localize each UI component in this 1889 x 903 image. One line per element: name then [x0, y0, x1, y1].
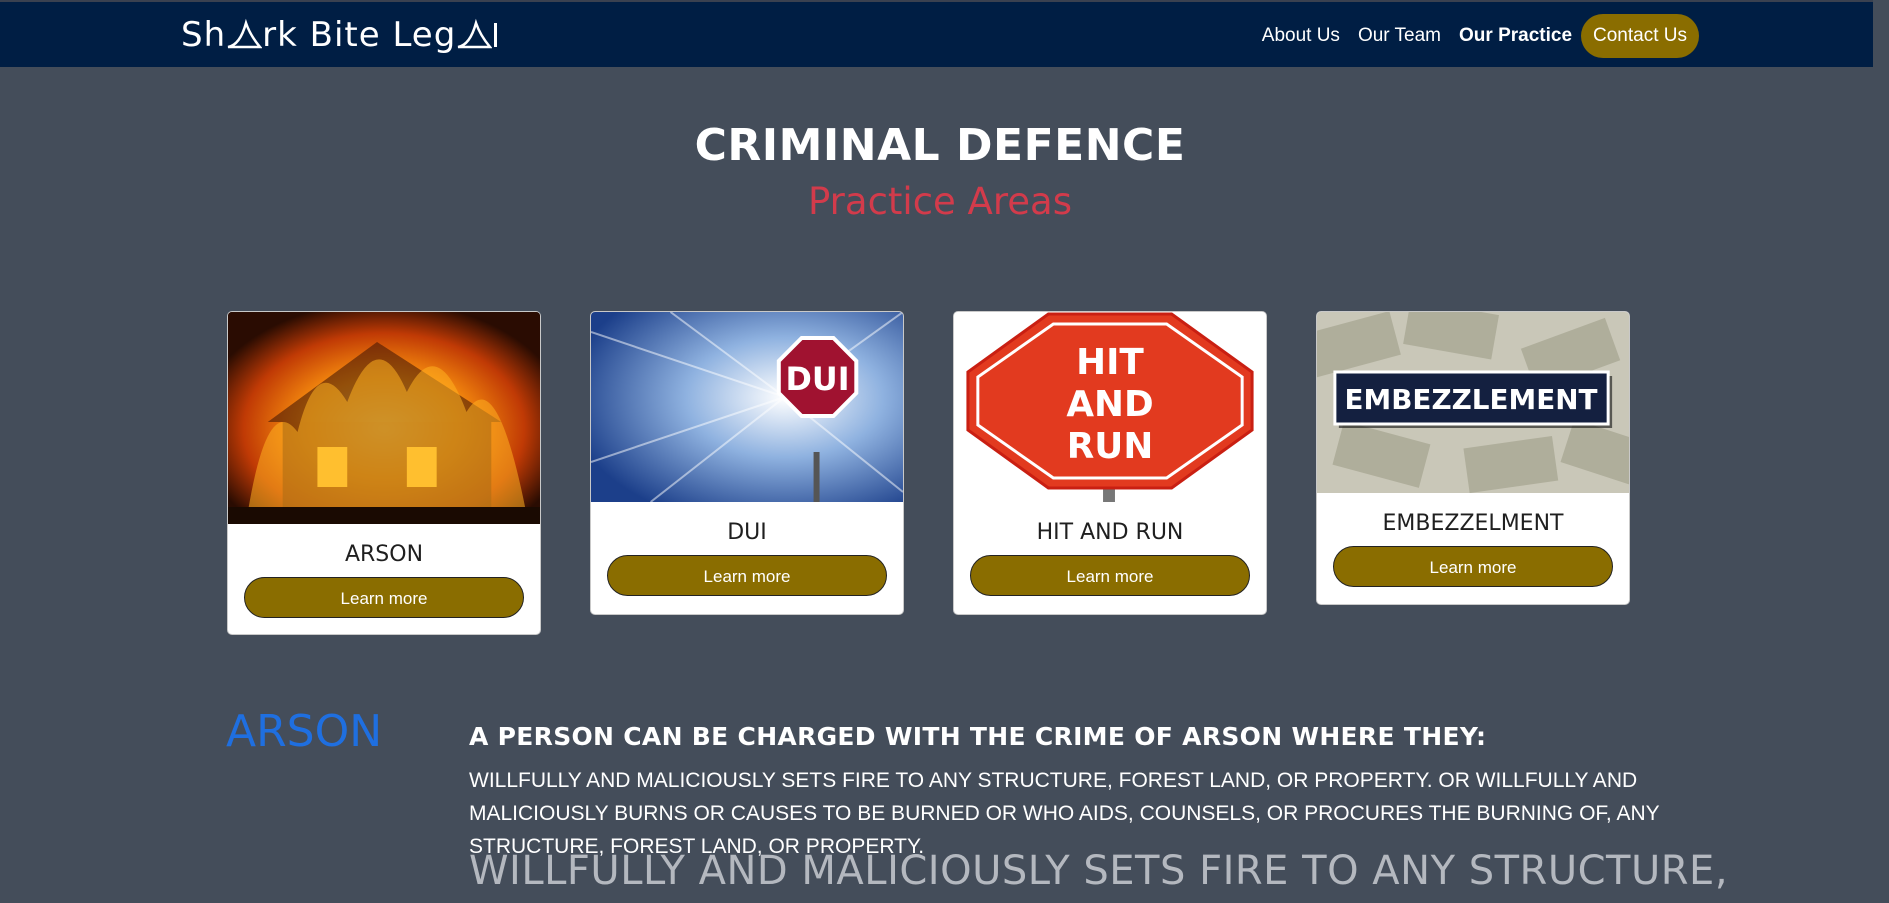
dui-sign-text: DUI	[786, 360, 850, 398]
page-title: CRIMINAL DEFENCE	[694, 120, 1186, 171]
brand-end-mark	[494, 23, 498, 47]
practice-card-hit-and-run: HIT AND RUN HIT AND RUN Learn more	[953, 311, 1267, 615]
practice-card-dui: DUI DUI Learn more	[590, 311, 904, 615]
practice-card-arson: ARSON Learn more	[227, 311, 541, 635]
shark-fin-icon	[457, 18, 493, 49]
section-large-text: WILLFULLY AND MALICIOUSLY SETS FIRE TO A…	[469, 848, 1729, 894]
section-heading: ARSON	[226, 706, 383, 757]
brand-text-2: rk Bite Leg	[262, 15, 457, 55]
burning-house-image	[228, 312, 540, 524]
card-title: ARSON	[344, 542, 424, 567]
contact-us-button[interactable]: Contact Us	[1581, 14, 1699, 58]
learn-more-button[interactable]: Learn more	[607, 555, 887, 596]
main-nav: About Us Our Team Our Practice Contact U…	[1253, 14, 1699, 58]
page-subtitle: Practice Areas	[808, 180, 1072, 223]
dui-sign-image: DUI	[591, 312, 903, 502]
shark-fin-icon	[227, 18, 263, 49]
learn-more-button[interactable]: Learn more	[244, 577, 524, 618]
scrollbar[interactable]	[1873, 0, 1889, 903]
practice-card-embezzelment: EMBEZZLEMENT EMBEZZELMENT Learn more	[1316, 311, 1630, 605]
section-title: A PERSON CAN BE CHARGED WITH THE CRIME O…	[469, 722, 1487, 751]
embezzlement-sign-text: EMBEZZLEMENT	[1345, 383, 1598, 416]
brand-logo[interactable]: Sh rk Bite Leg	[181, 10, 498, 60]
learn-more-button[interactable]: Learn more	[970, 555, 1250, 596]
learn-more-button[interactable]: Learn more	[1333, 546, 1613, 587]
money-bills-image: EMBEZZLEMENT	[1317, 312, 1629, 493]
nav-about-us[interactable]: About Us	[1253, 25, 1349, 47]
card-title: HIT AND RUN	[1036, 520, 1184, 545]
nav-our-team[interactable]: Our Team	[1349, 25, 1450, 47]
hit-and-run-sign-image: HIT AND RUN	[954, 312, 1266, 502]
card-title: EMBEZZELMENT	[1382, 511, 1564, 536]
card-title: DUI	[727, 520, 767, 545]
nav-our-practice[interactable]: Our Practice	[1450, 25, 1581, 47]
brand-text-1: Sh	[181, 15, 227, 55]
navbar: Sh rk Bite Leg About Us Our Team Our Pra…	[0, 0, 1889, 67]
hit-and-run-sign-text: HIT AND RUN	[1066, 342, 1153, 467]
